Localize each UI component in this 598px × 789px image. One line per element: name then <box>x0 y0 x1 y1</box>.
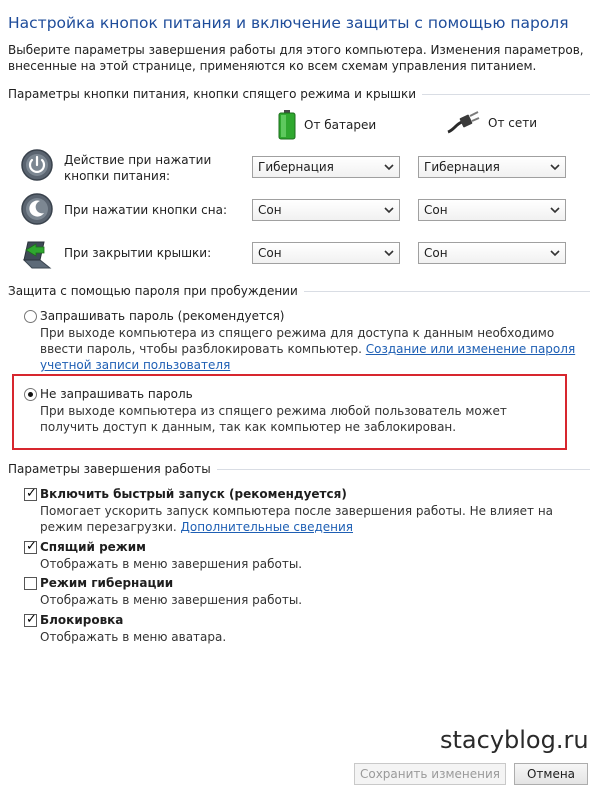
section-heading-text: Параметры кнопки питания, кнопки спящего… <box>8 87 417 101</box>
fast-startup-checkbox[interactable]: ✓ <box>24 486 37 501</box>
more-info-link[interactable]: Дополнительные сведения <box>181 520 353 534</box>
hibernate-description: Отображать в меню завершения работы. <box>40 593 303 607</box>
column-header-battery: От батареи <box>278 110 376 140</box>
chevron-down-icon <box>550 250 560 257</box>
checkmark-icon: ✓ <box>26 486 37 501</box>
save-changes-button[interactable]: Сохранить изменения <box>354 763 506 785</box>
section-heading-text: Защита с помощью пароля при пробуждении <box>8 284 298 298</box>
column-header-plugged: От сети <box>446 110 537 136</box>
sleep-mode-description: Отображать в меню завершения работы. <box>40 557 303 571</box>
section-divider <box>216 468 590 470</box>
select-value: Сон <box>424 203 448 217</box>
sleep-mode-label[interactable]: Спящий режим <box>40 539 146 555</box>
section-heading-text: Параметры завершения работы <box>8 462 211 476</box>
password-section-heading: Защита с помощью пароля при пробуждении <box>8 283 590 299</box>
select-value: Сон <box>258 246 282 260</box>
chevron-down-icon <box>384 207 394 214</box>
sleep-button-plugged-select[interactable]: Сон <box>418 199 566 221</box>
select-value: Сон <box>258 203 282 217</box>
watermark-text: stacyblog.ru <box>440 726 589 754</box>
sleep-button-battery-select[interactable]: Сон <box>252 199 400 221</box>
no-password-radio[interactable] <box>24 388 37 401</box>
chevron-down-icon <box>384 250 394 257</box>
lock-label[interactable]: Блокировка <box>40 612 123 628</box>
chevron-down-icon <box>550 164 560 171</box>
lid-close-action-label: При закрытии крышки: <box>64 246 212 260</box>
power-button-icon <box>21 149 53 181</box>
require-password-description: При выходе компьютера из спящего режима … <box>40 325 580 373</box>
laptop-lid-icon <box>22 241 52 269</box>
cancel-button[interactable]: Отмена <box>514 763 588 785</box>
intro-text: Выберите параметры завершения работы для… <box>8 43 584 73</box>
checkmark-icon: ✓ <box>26 539 37 554</box>
section-divider <box>303 290 590 292</box>
section-divider <box>422 93 590 95</box>
chevron-down-icon <box>550 207 560 214</box>
power-button-battery-select[interactable]: Гибернация <box>252 156 400 178</box>
lock-description: Отображать в меню аватара. <box>40 630 227 644</box>
hibernate-checkbox[interactable] <box>24 577 37 590</box>
select-value: Сон <box>424 246 448 260</box>
require-password-label[interactable]: Запрашивать пароль (рекомендуется) <box>40 308 284 324</box>
no-password-description: При выходе компьютера из спящего режима … <box>40 404 507 434</box>
power-plug-icon <box>447 111 480 134</box>
no-password-label[interactable]: Не запрашивать пароль <box>40 386 193 402</box>
chevron-down-icon <box>384 164 394 171</box>
sleep-button-action-label: При нажатии кнопки сна: <box>64 203 228 217</box>
power-buttons-section-heading: Параметры кнопки питания, кнопки спящего… <box>8 86 590 102</box>
power-button-plugged-select[interactable]: Гибернация <box>418 156 566 178</box>
fast-startup-label[interactable]: Включить быстрый запуск (рекомендуется) <box>40 486 347 502</box>
lid-close-battery-select[interactable]: Сон <box>252 242 400 264</box>
battery-icon <box>278 110 296 140</box>
fast-startup-description: Помогает ускорить запуск компьютера посл… <box>40 503 580 535</box>
sleep-mode-checkbox[interactable]: ✓ <box>24 539 37 554</box>
power-button-action-label: Действие при нажатии кнопки питания: <box>64 153 212 183</box>
battery-column-label: От батареи <box>304 118 377 132</box>
shutdown-section-heading: Параметры завершения работы <box>8 461 590 477</box>
hibernate-label[interactable]: Режим гибернации <box>40 575 173 591</box>
lock-checkbox[interactable]: ✓ <box>24 612 37 627</box>
plugged-column-label: От сети <box>488 116 538 130</box>
page-title: Настройка кнопок питания и включение защ… <box>8 14 569 32</box>
lid-close-plugged-select[interactable]: Сон <box>418 242 566 264</box>
sleep-button-icon <box>21 193 53 225</box>
require-password-radio[interactable] <box>24 310 37 323</box>
select-value: Гибернация <box>424 160 500 174</box>
select-value: Гибернация <box>258 160 334 174</box>
checkmark-icon: ✓ <box>26 612 37 627</box>
